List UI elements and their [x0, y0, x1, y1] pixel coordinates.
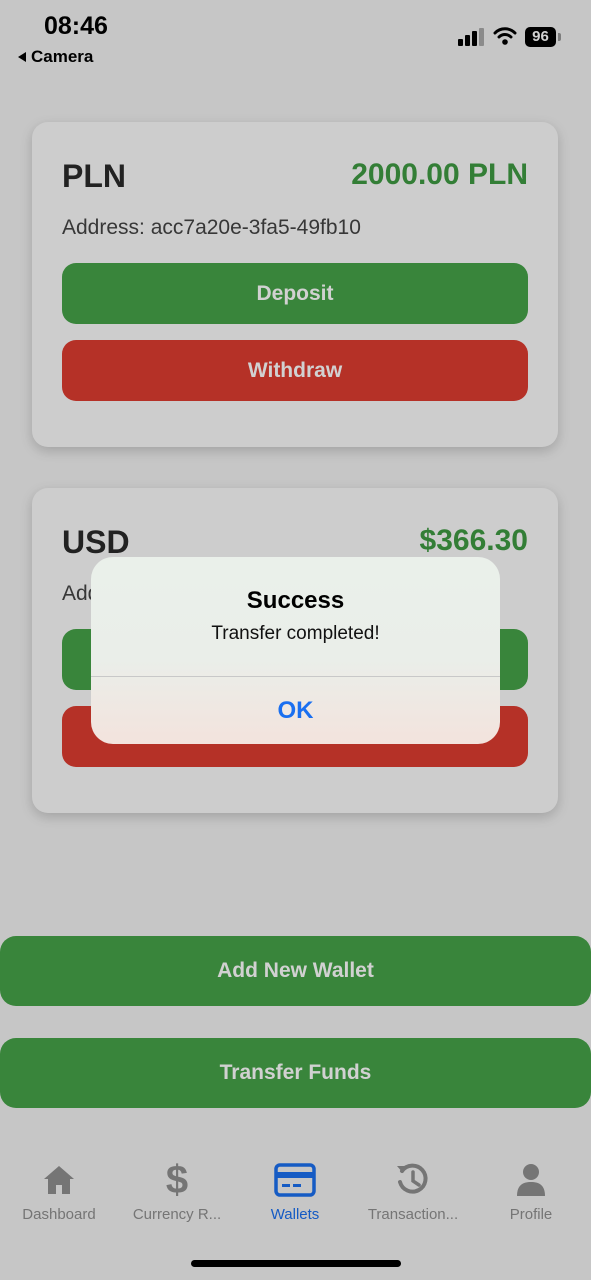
alert-message: Transfer completed!	[211, 623, 380, 644]
alert-ok-button[interactable]: OK	[91, 677, 500, 744]
alert-title: Success	[246, 587, 345, 614]
success-alert-dialog: Success Transfer completed! OK	[91, 557, 500, 744]
